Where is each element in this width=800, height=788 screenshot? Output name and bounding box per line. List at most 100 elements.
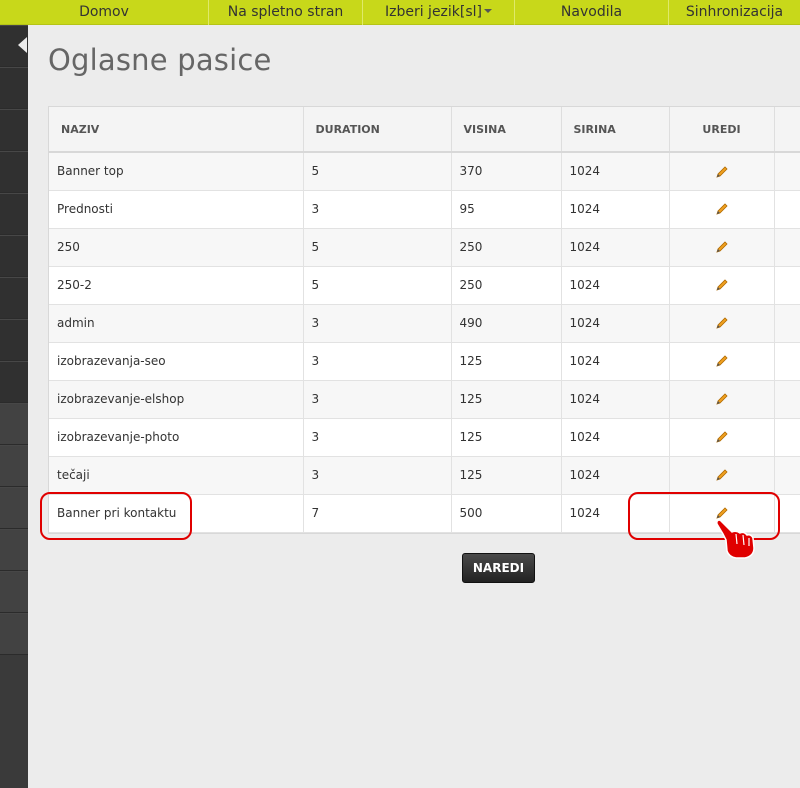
cell-visina: 250 [451, 266, 562, 305]
cell-extra [774, 152, 800, 191]
cell-visina: 125 [451, 380, 562, 419]
sidebar-item[interactable] [0, 193, 28, 235]
cell-duration: 5 [303, 266, 452, 305]
cell-visina: 500 [451, 494, 562, 533]
table-row: 250 5 250 1024 [49, 228, 800, 267]
chevron-left-icon[interactable] [18, 37, 27, 53]
column-header-sirina[interactable]: SIRINA [561, 107, 670, 153]
sidebar-item[interactable] [0, 361, 28, 403]
cell-naziv: tečaji [49, 456, 304, 495]
column-header-naziv[interactable]: NAZIV [49, 107, 304, 153]
cell-extra [774, 456, 800, 495]
table-row: izobrazevanje-elshop 3 125 1024 [49, 380, 800, 419]
caret-down-icon [484, 8, 493, 13]
sidebar-item[interactable] [0, 403, 28, 445]
cell-duration: 5 [303, 152, 452, 191]
cell-duration: 3 [303, 342, 452, 381]
table-row: izobrazevanja-seo 3 125 1024 [49, 342, 800, 381]
table-body: Banner top 5 370 1024 Prednosti 3 95 1024 250 5 25… [49, 152, 800, 533]
table-row: Banner top 5 370 1024 [49, 152, 800, 191]
edit-button[interactable] [669, 456, 775, 495]
cell-sirina: 1024 [561, 304, 670, 343]
pencil-icon [715, 469, 728, 481]
cell-duration: 3 [303, 380, 452, 419]
table-row: tečaji 3 125 1024 [49, 456, 800, 495]
cell-duration: 3 [303, 456, 452, 495]
edit-button[interactable] [669, 152, 775, 191]
sidebar-item[interactable] [0, 487, 28, 529]
cell-sirina: 1024 [561, 228, 670, 267]
pointing-hand-icon [716, 519, 755, 559]
cell-visina: 125 [451, 456, 562, 495]
sidebar-item[interactable] [0, 277, 28, 319]
column-header-extra [774, 107, 800, 153]
cell-sirina: 1024 [561, 266, 670, 305]
sidebar-item[interactable] [0, 445, 28, 487]
cell-duration: 7 [303, 494, 452, 533]
nav-izberi-jezik[interactable]: Izberi jezik[sl] [363, 0, 515, 25]
nav-sinhronizacija[interactable]: Sinhronizacija [669, 0, 800, 25]
nav-na-spletno-stran[interactable]: Na spletno stran [209, 0, 363, 25]
sidebar-item[interactable] [0, 67, 28, 109]
cell-sirina: 1024 [561, 342, 670, 381]
cell-visina: 125 [451, 342, 562, 381]
cell-extra [774, 190, 800, 229]
cell-visina: 370 [451, 152, 562, 191]
cell-visina: 125 [451, 418, 562, 457]
table-row: izobrazevanje-photo 3 125 1024 [49, 418, 800, 457]
pencil-icon [715, 279, 728, 291]
cell-extra [774, 266, 800, 305]
edit-button[interactable] [669, 228, 775, 267]
pencil-icon [715, 165, 728, 178]
edit-button[interactable] [669, 304, 775, 343]
edit-button[interactable] [669, 418, 775, 457]
nav-navodila[interactable]: Navodila [515, 0, 669, 25]
naredi-button[interactable]: NAREDI [462, 553, 535, 583]
top-navigation: Domov Na spletno stran Izberi jezik[sl] … [0, 0, 800, 25]
cell-naziv: 250-2 [49, 266, 304, 305]
cell-extra [774, 228, 800, 267]
cell-naziv: Banner top [49, 152, 304, 191]
cell-duration: 3 [303, 418, 452, 457]
table-row: 250-2 5 250 1024 [49, 266, 800, 305]
edit-button[interactable] [669, 380, 775, 419]
cell-extra [774, 380, 800, 419]
cell-sirina: 1024 [561, 456, 670, 495]
nav-domov[interactable]: Domov [0, 0, 209, 25]
cell-naziv: 250 [49, 228, 304, 267]
edit-button[interactable] [669, 266, 775, 305]
edit-button[interactable] [669, 190, 775, 229]
pencil-icon [715, 355, 728, 367]
cell-visina: 95 [451, 190, 562, 229]
cell-extra [774, 342, 800, 381]
pencil-icon [715, 317, 728, 329]
table-row: admin 3 490 1024 [49, 304, 800, 343]
cell-duration: 3 [303, 304, 452, 343]
main-content: Oglasne pasice NAZIV DURATION VISINA SIR… [28, 25, 800, 788]
sidebar [0, 25, 28, 788]
cell-sirina: 1024 [561, 152, 670, 191]
column-header-visina[interactable]: VISINA [451, 107, 562, 153]
table-row: Prednosti 3 95 1024 [49, 190, 800, 229]
cell-visina: 250 [451, 228, 562, 267]
cell-naziv: izobrazevanja-seo [49, 342, 304, 381]
sidebar-item[interactable] [0, 571, 28, 613]
sidebar-item[interactable] [0, 319, 28, 361]
sidebar-item[interactable] [0, 151, 28, 193]
cell-naziv: admin [49, 304, 304, 343]
sidebar-item[interactable] [0, 529, 28, 571]
sidebar-item[interactable] [0, 613, 28, 655]
cell-extra [774, 418, 800, 457]
cell-naziv: izobrazevanje-photo [49, 418, 304, 457]
pencil-icon [715, 431, 728, 443]
cell-visina: 490 [451, 304, 562, 343]
highlight-banner-name [40, 492, 192, 540]
pencil-icon [715, 203, 728, 215]
cell-sirina: 1024 [561, 418, 670, 457]
sidebar-item[interactable] [0, 109, 28, 151]
column-header-duration[interactable]: DURATION [303, 107, 452, 153]
cell-naziv: Prednosti [49, 190, 304, 229]
sidebar-item[interactable] [0, 235, 28, 277]
cell-duration: 3 [303, 190, 452, 229]
edit-button[interactable] [669, 342, 775, 381]
